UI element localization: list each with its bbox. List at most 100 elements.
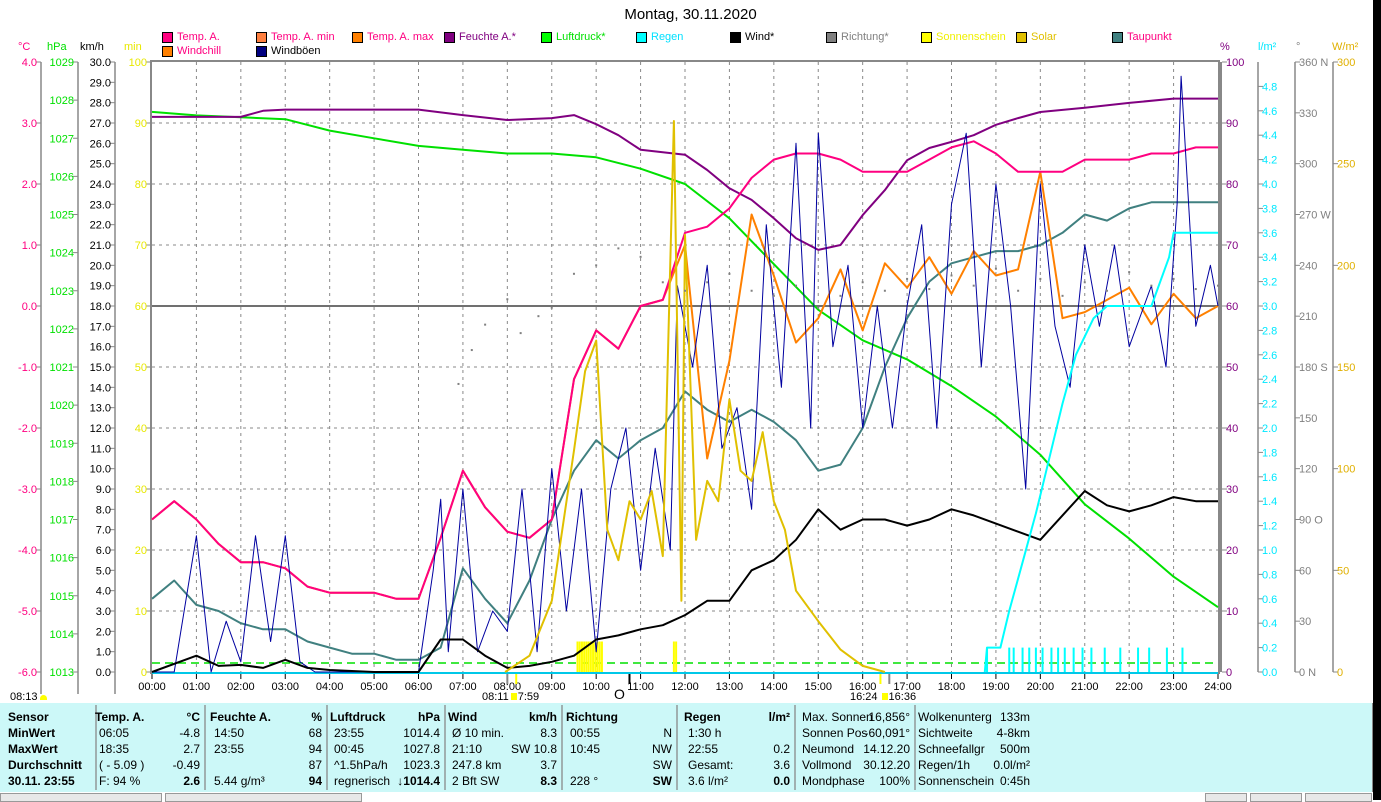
series-regen — [983, 231, 1218, 673]
x-tick-label: 11:00 — [627, 681, 654, 693]
axis-tick-label-deg: 180 S — [1299, 362, 1328, 374]
axis-tick-label-rain: 1.0 — [1262, 545, 1277, 557]
axis-tick-label-kmh: 1.0 — [96, 647, 111, 659]
axis-tick-label-kmh: 30.0 — [90, 57, 111, 69]
axis-tick-label-rain: 0.6 — [1262, 594, 1277, 606]
axis-tick-label-rain: 1.6 — [1262, 472, 1277, 484]
axis-tick-label-deg: 90 O — [1299, 515, 1323, 527]
stats-row: ^1.5hPa/h 1023.3 — [330, 757, 440, 773]
x-tick-label: 14:00 — [760, 681, 788, 693]
column-divider — [326, 705, 328, 790]
direction-point — [839, 294, 842, 297]
direction-point — [1083, 281, 1086, 284]
legend-swatch — [636, 31, 647, 43]
direction-point — [639, 255, 642, 258]
sunset-label: 16:24 16:36 — [850, 691, 916, 703]
axis-tick-label-min: 100 — [129, 57, 147, 69]
sunrise-alt-time: 7:59 — [517, 691, 540, 703]
axis-tick-label-solar: 250 — [1337, 159, 1355, 171]
axis-tick-label-temp: 3.0 — [22, 118, 37, 130]
direction-point — [1061, 294, 1064, 297]
stats-value: 16,856° — [868, 710, 910, 724]
stats-value: % — [311, 710, 322, 724]
direction-point — [994, 267, 997, 270]
axis-tick-label-kmh: 4.0 — [96, 586, 111, 598]
axis-tick-label-temp: 4.0 — [22, 57, 37, 69]
direction-point — [506, 298, 509, 301]
sunrise-time: 08:11 — [482, 691, 509, 703]
stats-column: Regen l/m² 1:30 h 22:55 0.2 Gesamt: 3.6 3.6 l/m… — [684, 703, 796, 792]
stats-row: Mondphase 100% — [802, 773, 910, 789]
stats-value: 133m — [999, 710, 1030, 724]
axis-tick-label-hpa: 1016 — [50, 553, 74, 565]
stats-row: Schneefallgr 500m — [918, 741, 1030, 757]
axis-tick-label-deg: 330 — [1299, 108, 1317, 120]
x-tick-label: 05:00 — [360, 681, 388, 693]
direction-point — [706, 281, 709, 284]
stats-label: 3.6 l/m² — [688, 774, 729, 788]
axis-tick-label-pct: 20 — [1226, 545, 1238, 557]
axis-tick-label-hpa: 1027 — [50, 133, 74, 145]
axis-tick-label-kmh: 6.0 — [96, 545, 111, 557]
stats-row: Neumond 14.12.20 — [802, 741, 910, 757]
stats-row: Vollmond 30.12.20 — [802, 757, 910, 773]
axis-tick-label-kmh: 18.0 — [90, 301, 111, 313]
direction-point — [457, 382, 460, 385]
stats-value: -0.49 — [172, 758, 200, 772]
legend-label: Sonnenschein — [936, 31, 1006, 43]
stats-header: Richtung — [566, 709, 672, 725]
status-bar-segment — [1305, 793, 1372, 802]
stats-row: 87 — [210, 757, 322, 773]
stats-value: 94 — [308, 742, 322, 756]
axis-tick-label-kmh: 15.0 — [90, 362, 111, 374]
direction-point — [470, 349, 473, 352]
stats-row: Regen/1h 0.0l/m² — [918, 757, 1030, 773]
stats-label: 23:55 — [214, 742, 245, 756]
axis-tick-label-temp: -1.0 — [18, 362, 37, 374]
axis-tick-label-min: 20 — [135, 545, 147, 557]
stats-label: 23:55 — [334, 726, 365, 740]
axis-tick-label-pct: 30 — [1226, 484, 1238, 496]
column-divider — [444, 705, 446, 790]
axis-tick-label-kmh: 16.0 — [90, 342, 111, 354]
stats-header: Sensor — [8, 709, 90, 725]
legend-swatch — [444, 31, 455, 43]
x-tick-label: 22:00 — [1115, 681, 1143, 693]
stats-label: Sensor — [8, 710, 49, 724]
x-tick-label: 01:00 — [183, 681, 211, 693]
direction-point — [519, 332, 522, 335]
axis-tick-label-deg: 60 — [1299, 565, 1311, 577]
axis-tick-label-hpa: 1023 — [50, 286, 74, 298]
axis-tick-label-rain: 2.2 — [1262, 399, 1277, 411]
axis-tick-label-rain: 3.4 — [1262, 252, 1277, 264]
stats-header: Temp. A. °C — [95, 709, 200, 725]
axis-tick-label-solar: 0 — [1337, 667, 1343, 679]
stats-value: 0.0 — [773, 774, 790, 788]
stats-row: 21:10 SW 10.8 — [448, 741, 557, 757]
axis-tick-label-rain: 1.8 — [1262, 447, 1277, 459]
stats-label: 00:45 — [334, 742, 365, 756]
stats-value: NW — [652, 742, 672, 756]
stats-label: Luftdruck — [330, 710, 386, 724]
x-tick-label: 18:00 — [938, 681, 966, 693]
stats-row: 06:05 -4.8 — [95, 725, 200, 741]
axis-tick-label-temp: 1.0 — [22, 240, 37, 252]
window-edge — [1373, 0, 1381, 800]
stats-column: Wind km/h Ø 10 min. 8.3 21:10 SW 10.8 247.8 km… — [448, 703, 563, 792]
stats-value: 2.6 — [183, 774, 200, 788]
weather-chart: °C 4.0 3.0 2.0 1.0 0.0 -1.0 -2.0 -3.0 -4.0 -5.0 -6.… — [18, 41, 1359, 694]
stats-value: 0.0l/m² — [993, 758, 1030, 772]
direction-point — [750, 289, 753, 292]
stats-row: 23:55 1014.4 — [330, 725, 440, 741]
legend-swatch — [541, 31, 552, 43]
x-tick-label: 07:00 — [449, 681, 477, 693]
stats-label: Wind — [448, 710, 478, 724]
axis-tick-label-hpa: 1017 — [50, 515, 74, 527]
stats-row: 00:55 N — [566, 725, 672, 741]
axis-tick-label-temp: 0.0 — [22, 301, 37, 313]
stats-value: N — [663, 726, 672, 740]
column-divider — [204, 705, 206, 790]
direction-point — [1105, 289, 1108, 292]
direction-point — [883, 289, 886, 292]
x-tick-label: 10:00 — [582, 681, 610, 693]
